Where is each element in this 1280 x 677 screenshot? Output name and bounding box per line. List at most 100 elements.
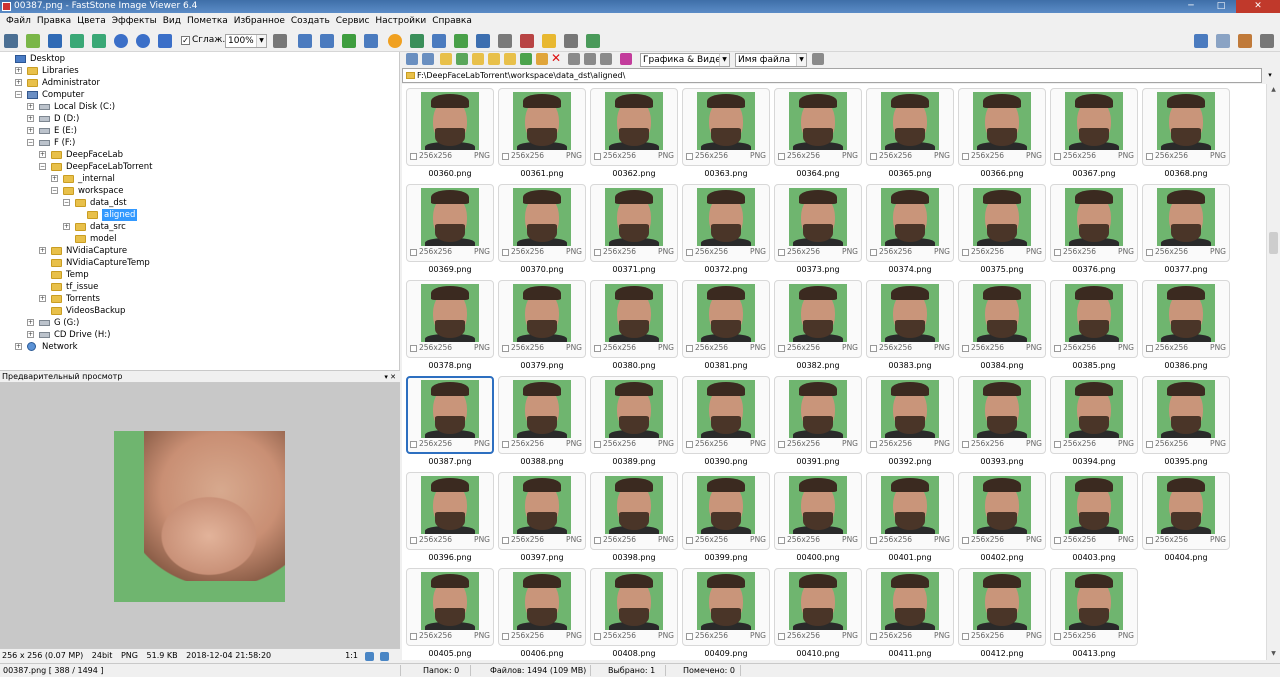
thumbnail-image[interactable] xyxy=(513,380,571,438)
close-button[interactable]: ✕ xyxy=(1236,0,1280,13)
thumbnail-checkbox[interactable] xyxy=(870,153,877,160)
thumbnail-item[interactable]: 256x256 PNG 00383.png xyxy=(866,280,954,376)
path-input[interactable]: F:\DeepFaceLabTorrent\workspace\data_dst… xyxy=(402,68,1272,83)
email-icon[interactable] xyxy=(542,34,556,48)
favorite-folder-icon[interactable] xyxy=(504,53,516,65)
thumbnail-item[interactable]: 256x256 PNG 00398.png xyxy=(590,472,678,568)
thumbnail-item[interactable]: 256x256 PNG 00413.png xyxy=(1050,568,1138,660)
thumbnail-item[interactable]: 256x256 PNG 00366.png xyxy=(958,88,1046,184)
smooth-checkbox[interactable]: ✓ xyxy=(181,36,190,45)
expand-icon[interactable]: + xyxy=(15,79,22,86)
thumbnail-image[interactable] xyxy=(605,572,663,630)
menu-item[interactable]: Создать xyxy=(288,13,333,30)
collapse-icon[interactable]: − xyxy=(51,187,58,194)
thumbnail-checkbox[interactable] xyxy=(962,633,969,640)
thumbnail-checkbox[interactable] xyxy=(686,249,693,256)
thumbnail-image[interactable] xyxy=(605,476,663,534)
thumbnail-item[interactable]: 256x256 PNG 00380.png xyxy=(590,280,678,376)
thumbnail-image[interactable] xyxy=(697,92,755,150)
thumbnail-checkbox[interactable] xyxy=(778,345,785,352)
thumbnail-checkbox[interactable] xyxy=(1054,633,1061,640)
layout-details-icon[interactable] xyxy=(1216,34,1230,48)
thumbnail-item[interactable]: 256x256 PNG 00399.png xyxy=(682,472,770,568)
adjust-colors-icon[interactable] xyxy=(364,34,378,48)
thumbnail-image[interactable] xyxy=(1157,284,1215,342)
thumbnail-image[interactable] xyxy=(697,476,755,534)
resize-icon[interactable] xyxy=(320,34,334,48)
thumbnail-item[interactable]: 256x256 PNG 00411.png xyxy=(866,568,954,660)
thumbnail-item[interactable]: 256x256 PNG 00361.png xyxy=(498,88,586,184)
expand-icon[interactable]: + xyxy=(39,151,46,158)
thumbnail-item[interactable]: 256x256 PNG 00390.png xyxy=(682,376,770,472)
thumbnail-item[interactable]: 256x256 PNG 00381.png xyxy=(682,280,770,376)
zoom-select[interactable]: 100% ▼ xyxy=(225,34,267,48)
zoom-in-icon[interactable] xyxy=(114,34,128,48)
thumbnails-view-icon[interactable] xyxy=(568,53,580,65)
thumbnail-checkbox[interactable] xyxy=(778,537,785,544)
refresh-icon[interactable] xyxy=(454,34,468,48)
thumbnail-image[interactable] xyxy=(881,188,939,246)
thumbnail-image[interactable] xyxy=(881,380,939,438)
menu-item[interactable]: Сервис xyxy=(333,13,373,30)
thumbnail-checkbox[interactable] xyxy=(778,249,785,256)
thumbnail-image[interactable] xyxy=(421,188,479,246)
preview-image[interactable] xyxy=(114,431,285,602)
thumbnail-item[interactable]: 256x256 PNG 00370.png xyxy=(498,184,586,280)
thumbnail-item[interactable]: 256x256 PNG 00378.png xyxy=(406,280,494,376)
thumbnail-checkbox[interactable] xyxy=(1146,441,1153,448)
capture-icon[interactable] xyxy=(586,34,600,48)
thumbnail-item[interactable]: 256x256 PNG 00367.png xyxy=(1050,88,1138,184)
crop-icon[interactable] xyxy=(298,34,312,48)
scroll-down-icon[interactable]: ▼ xyxy=(1267,648,1280,660)
thumbnail-item[interactable]: 256x256 PNG 00377.png xyxy=(1142,184,1230,280)
thumbnail-checkbox[interactable] xyxy=(1054,249,1061,256)
thumbnail-item[interactable]: 256x256 PNG 00391.png xyxy=(774,376,862,472)
menu-item[interactable]: Вид xyxy=(160,13,184,30)
thumbnail-item[interactable]: 256x256 PNG 00389.png xyxy=(590,376,678,472)
thumbnail-image[interactable] xyxy=(1065,476,1123,534)
thumbnail-image[interactable] xyxy=(605,380,663,438)
thumbnail-item[interactable]: 256x256 PNG 00362.png xyxy=(590,88,678,184)
thumbnail-image[interactable] xyxy=(421,572,479,630)
thumbnail-checkbox[interactable] xyxy=(686,537,693,544)
thumbnail-item[interactable]: 256x256 PNG 00360.png xyxy=(406,88,494,184)
thumbnail-image[interactable] xyxy=(513,572,571,630)
sort-order-icon[interactable] xyxy=(812,53,824,65)
thumbnail-item[interactable]: 256x256 PNG 00368.png xyxy=(1142,88,1230,184)
thumbnail-item[interactable]: 256x256 PNG 00397.png xyxy=(498,472,586,568)
rename-icon[interactable] xyxy=(536,53,548,65)
pin-icon[interactable]: ▾ ✕ xyxy=(384,371,396,383)
thumbnail-checkbox[interactable] xyxy=(502,345,509,352)
collapse-icon[interactable]: − xyxy=(27,139,34,146)
thumbnail-checkbox[interactable] xyxy=(594,345,601,352)
thumbnail-checkbox[interactable] xyxy=(502,249,509,256)
print-icon[interactable] xyxy=(564,34,578,48)
thumbnail-image[interactable] xyxy=(697,188,755,246)
red-eye-icon[interactable] xyxy=(520,34,534,48)
thumbnail-image[interactable] xyxy=(1065,572,1123,630)
thumbnail-checkbox[interactable] xyxy=(410,345,417,352)
thumbnail-image[interactable] xyxy=(605,188,663,246)
thumbnail-image[interactable] xyxy=(421,476,479,534)
thumbnail-checkbox[interactable] xyxy=(1146,249,1153,256)
thumbnail-image[interactable] xyxy=(513,92,571,150)
thumbnail-item[interactable]: 256x256 PNG 00376.png xyxy=(1050,184,1138,280)
thumbnail-item[interactable]: 256x256 PNG 00373.png xyxy=(774,184,862,280)
thumbnail-item[interactable]: 256x256 PNG 00404.png xyxy=(1142,472,1230,568)
thumbnail-checkbox[interactable] xyxy=(962,153,969,160)
save-icon[interactable] xyxy=(48,34,62,48)
thumbnail-item[interactable]: 256x256 PNG 00409.png xyxy=(682,568,770,660)
details-view-icon[interactable] xyxy=(600,53,612,65)
thumbnail-image[interactable] xyxy=(697,572,755,630)
thumbnail-image[interactable] xyxy=(421,92,479,150)
thumbnail-checkbox[interactable] xyxy=(778,633,785,640)
thumbnail-checkbox[interactable] xyxy=(778,153,785,160)
thumbnail-checkbox[interactable] xyxy=(686,345,693,352)
expand-icon[interactable]: + xyxy=(15,343,22,350)
thumbnail-checkbox[interactable] xyxy=(1054,345,1061,352)
thumbnail-item[interactable]: 256x256 PNG 00400.png xyxy=(774,472,862,568)
file-type-filter[interactable]: Графика & Видео ▼ xyxy=(640,53,730,67)
rotate-icon[interactable] xyxy=(342,34,356,48)
expand-icon[interactable]: + xyxy=(63,223,70,230)
back-icon[interactable] xyxy=(406,53,418,65)
